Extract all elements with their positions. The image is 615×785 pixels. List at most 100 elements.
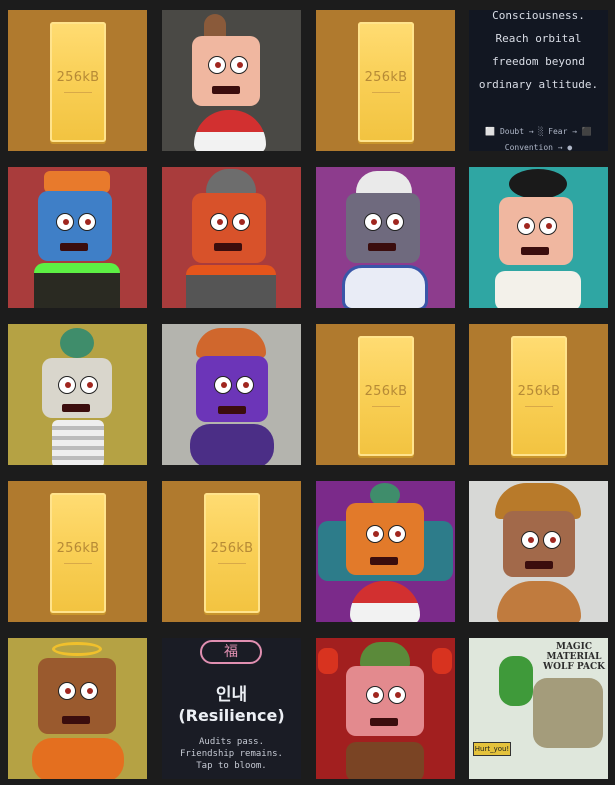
ice-cream-bowl-icon bbox=[346, 742, 424, 779]
lantern-icon bbox=[318, 648, 338, 674]
volcano-topper-icon bbox=[206, 169, 256, 195]
lava-pot-icon bbox=[186, 265, 276, 308]
text-line: Reach orbital bbox=[495, 32, 582, 45]
eye-icon bbox=[232, 213, 250, 231]
pumpkin-pot-icon bbox=[32, 738, 124, 779]
gold-bar-icon: 256kB bbox=[358, 336, 414, 456]
eye-icon bbox=[364, 213, 382, 231]
bar-line bbox=[218, 563, 246, 564]
eye-icon bbox=[58, 376, 76, 394]
carrot-topper-icon bbox=[44, 171, 110, 193]
character-head bbox=[192, 193, 266, 263]
text-line: freedom beyond bbox=[492, 55, 585, 68]
gallery-tile-character[interactable] bbox=[8, 167, 147, 308]
character-head bbox=[192, 36, 260, 106]
eye-icon bbox=[236, 376, 254, 394]
mouth bbox=[212, 86, 240, 94]
gallery-tile-character[interactable] bbox=[8, 638, 147, 779]
gallery-tile-placeholder[interactable]: 256kB bbox=[469, 324, 608, 465]
white-pot-icon bbox=[495, 271, 581, 308]
gold-bar-icon: 256kB bbox=[511, 336, 567, 456]
bar-line bbox=[372, 92, 400, 93]
text-line: Consciousness. bbox=[492, 10, 585, 22]
mouth bbox=[214, 243, 242, 251]
character-head bbox=[346, 193, 420, 263]
gallery-tile-character[interactable] bbox=[162, 167, 301, 308]
eye-icon bbox=[80, 376, 98, 394]
eye-icon bbox=[539, 217, 557, 235]
sign-label: Hurt_you! bbox=[473, 742, 511, 756]
pokeball-pot-icon bbox=[350, 581, 420, 622]
tentacle-pot-icon bbox=[190, 424, 274, 465]
legend-line: ⬜ Doubt → ░ Fear → ⬛ bbox=[485, 127, 592, 136]
eye-icon bbox=[230, 56, 248, 74]
gallery-tile-character[interactable] bbox=[469, 481, 608, 622]
mouth bbox=[525, 561, 553, 569]
gold-bar-icon: 256kB bbox=[204, 493, 260, 613]
bar-line bbox=[64, 563, 92, 564]
eye-icon bbox=[210, 213, 228, 231]
pokeball-pot-icon bbox=[194, 110, 266, 151]
gallery-tile-character[interactable] bbox=[162, 10, 301, 151]
gallery-tile-character[interactable] bbox=[316, 167, 455, 308]
text-art-legend: ⬜ Doubt → ░ Fear → ⬛ Convention → ● bbox=[469, 124, 608, 151]
eye-icon bbox=[388, 686, 406, 704]
legend-line: Convention → ● bbox=[504, 143, 573, 151]
eye-icon bbox=[366, 686, 384, 704]
gallery-tile-character[interactable] bbox=[316, 481, 455, 622]
placeholder-size-label: 256kB bbox=[364, 384, 408, 399]
wolf-pack-figures-icon bbox=[533, 678, 603, 748]
eye-icon bbox=[543, 531, 561, 549]
eye-icon bbox=[386, 213, 404, 231]
mouth bbox=[521, 247, 549, 255]
gallery-tile-character[interactable] bbox=[8, 324, 147, 465]
eye-icon bbox=[517, 217, 535, 235]
cactus-topper-icon bbox=[360, 642, 410, 668]
sketch-title: MAGIC MATERIAL WOLF PACK bbox=[543, 642, 605, 672]
skull-topper-icon bbox=[509, 169, 567, 199]
cauldron-icon bbox=[34, 263, 120, 308]
eye-icon bbox=[366, 525, 384, 543]
eye-icon bbox=[56, 213, 74, 231]
gallery-tile-placeholder[interactable]: 256kB bbox=[316, 10, 455, 151]
gold-bar-icon: 256kB bbox=[50, 22, 106, 142]
eye-icon bbox=[214, 376, 232, 394]
placeholder-size-label: 256kB bbox=[56, 541, 100, 556]
mushroom-topper-icon bbox=[196, 328, 266, 358]
gallery-tile-placeholder[interactable]: 256kB bbox=[162, 481, 301, 622]
caption-line: Friendship remains. bbox=[180, 749, 283, 759]
witch-figure-icon bbox=[499, 656, 533, 706]
gallery-tile-placeholder[interactable]: 256kB bbox=[316, 324, 455, 465]
gallery-tile-character[interactable] bbox=[316, 638, 455, 779]
rice-bowl-topper-icon bbox=[356, 171, 412, 195]
gallery-tile-sketch[interactable]: MAGIC MATERIAL WOLF PACK Hurt_you! bbox=[469, 638, 608, 779]
gallery-tile-character[interactable] bbox=[162, 324, 301, 465]
mouth bbox=[62, 716, 90, 724]
english-title: (Resilience) bbox=[178, 706, 285, 725]
mouth bbox=[218, 406, 246, 414]
eye-icon bbox=[58, 682, 76, 700]
mouth bbox=[368, 243, 396, 251]
skeleton-body-icon bbox=[52, 420, 104, 465]
mouth bbox=[60, 243, 88, 251]
gallery-tile-placeholder[interactable]: 256kB bbox=[8, 10, 147, 151]
plant-topper-icon bbox=[60, 328, 94, 358]
bar-line bbox=[372, 406, 400, 407]
korean-title: 인내 bbox=[215, 685, 248, 705]
resilience-caption: Audits pass. Friendship remains. Tap to … bbox=[162, 736, 301, 772]
gold-bar-icon: 256kB bbox=[358, 22, 414, 142]
eye-icon bbox=[78, 213, 96, 231]
gallery-tile-character[interactable] bbox=[469, 167, 608, 308]
gallery-tile-placeholder[interactable]: 256kB bbox=[8, 481, 147, 622]
mole-topper-icon bbox=[204, 14, 226, 38]
charm-badge: 福 bbox=[200, 640, 262, 664]
placeholder-size-label: 256kB bbox=[56, 70, 100, 85]
eye-icon bbox=[388, 525, 406, 543]
mouth bbox=[62, 404, 90, 412]
bar-line bbox=[64, 92, 92, 93]
placeholder-size-label: 256kB bbox=[210, 541, 254, 556]
gallery-tile-resilience[interactable]: 福 인내 (Resilience) Audits pass. Friendshi… bbox=[162, 638, 301, 779]
gallery-tile-text-art[interactable]: Consciousness. Reach orbital freedom bey… bbox=[469, 10, 608, 151]
caption-line: Tap to bloom. bbox=[196, 761, 267, 771]
placeholder-size-label: 256kB bbox=[364, 70, 408, 85]
